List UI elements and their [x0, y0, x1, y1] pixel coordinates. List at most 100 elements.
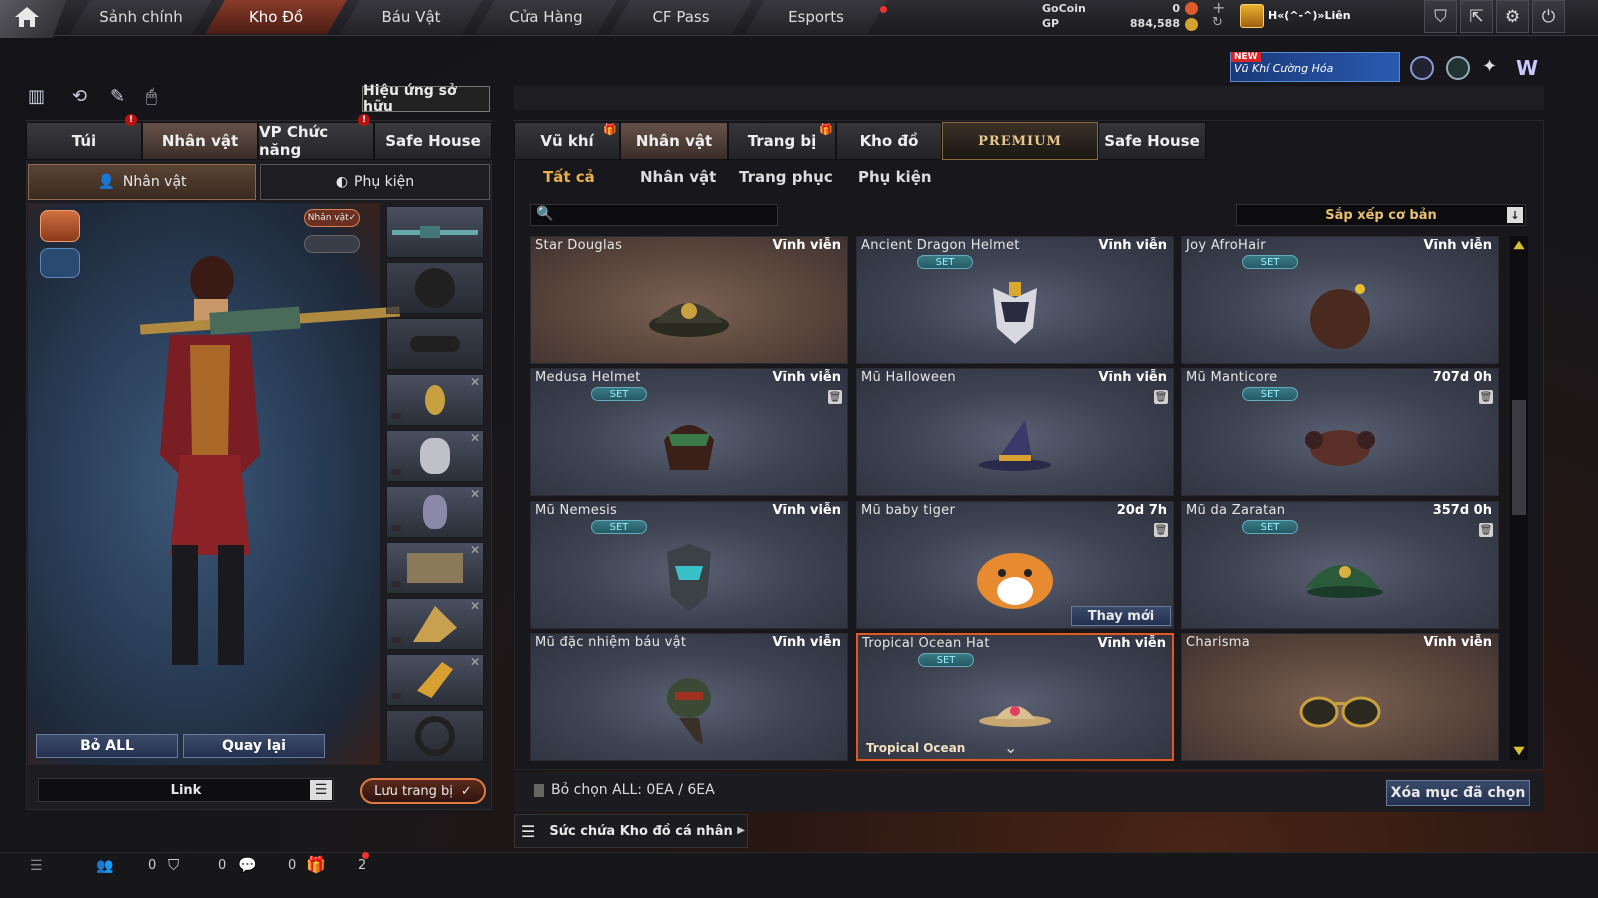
gift-box-icon[interactable]: 🎁 — [306, 855, 326, 874]
link-field[interactable]: Link — [38, 778, 334, 802]
menu-icon[interactable]: ☰ — [310, 780, 332, 800]
settings-button[interactable]: ⚙ — [1496, 0, 1529, 33]
search-input[interactable]: 🔍 — [530, 204, 778, 226]
power-button[interactable]: ⏻ — [1532, 0, 1565, 33]
tab-character[interactable]: Nhân vật — [142, 122, 258, 160]
subtab-accessories[interactable]: ◐ Phụ kiện — [260, 164, 490, 200]
tab-vp-function[interactable]: VP Chức năng — [258, 122, 374, 160]
item-card[interactable]: Medusa Helmet Vĩnh viễn SET 🗑 — [530, 368, 848, 496]
item-card[interactable]: Mũ đặc nhiệm báu vật Vĩnh viễn — [530, 633, 848, 761]
back-button[interactable]: Quay lại — [183, 734, 325, 758]
item-name: Mũ da Zaratan — [1186, 503, 1286, 518]
filter-accessory[interactable]: Phụ kiện — [858, 168, 932, 190]
promo-banner[interactable]: NEW Vũ Khí Cường Hóa — [1230, 52, 1400, 82]
tab-treasure[interactable]: Báu Vật — [340, 0, 482, 34]
tab-esports[interactable]: Esports — [745, 0, 887, 34]
gocoin-icon — [1185, 2, 1198, 15]
item-card[interactable]: Mũ Nemesis Vĩnh viễn SET — [530, 501, 848, 629]
slot-necklace[interactable]: ✕ — [386, 374, 484, 426]
slot-hair[interactable] — [386, 262, 484, 314]
close-icon[interactable]: ✕ — [470, 543, 480, 557]
slot-ring[interactable] — [386, 710, 484, 762]
slot-weapon[interactable] — [386, 206, 484, 258]
history-icon[interactable]: ⟲ — [72, 86, 100, 112]
trash-icon[interactable]: 🗑 — [828, 390, 842, 404]
tab-safe-house-left[interactable]: Safe House — [374, 122, 492, 160]
chat-icon[interactable]: 💬 — [238, 856, 257, 874]
deselect-all-text[interactable]: Bỏ chọn ALL: 0EA / 6EA — [551, 782, 715, 798]
tab-equipment[interactable]: Trang bị 🎁 — [728, 122, 836, 160]
item-card[interactable]: Charisma Vĩnh viễn — [1181, 633, 1499, 761]
close-icon[interactable]: ✕ — [470, 375, 480, 389]
item-card[interactable]: Mũ baby tiger 20d 7h 🗑 Thay mới — [856, 501, 1174, 629]
slot-wings[interactable]: ✕ — [386, 598, 484, 650]
slot-gloves[interactable]: ✕ — [386, 654, 484, 706]
replace-button[interactable]: Thay mới — [1071, 606, 1171, 626]
item-card[interactable]: Mũ Halloween Vĩnh viễn 🗑 — [856, 368, 1174, 496]
tab-storage[interactable]: Kho đồ — [836, 122, 942, 160]
friends-icon[interactable]: 👥 — [96, 858, 113, 874]
filter-costume[interactable]: Trang phục — [739, 168, 833, 190]
list-icon[interactable]: ☰ — [30, 858, 43, 874]
item-card[interactable]: Tropical Ocean Hat Vĩnh viễn SET Tropical O… — [856, 633, 1174, 761]
scrollbar-thumb[interactable] — [1512, 400, 1526, 515]
item-card[interactable]: Mũ da Zaratan 357d 0h SET 🗑 — [1181, 501, 1499, 629]
slot-belt[interactable]: ✕ — [386, 542, 484, 594]
event-icon-2[interactable] — [1446, 56, 1470, 80]
tab-safe-house[interactable]: Safe House — [1098, 122, 1206, 160]
item-name: Star Douglas — [535, 238, 623, 253]
remove-all-button[interactable]: Bỏ ALL — [36, 734, 178, 758]
faction-alt-icon[interactable] — [40, 248, 80, 278]
vip-icon[interactable]: W — [1516, 56, 1538, 80]
chevron-down-icon[interactable]: ⌄ — [1004, 738, 1017, 757]
stats-icon[interactable]: ▥ — [28, 86, 56, 112]
filter-all[interactable]: Tất cả — [543, 168, 595, 190]
tab-lobby[interactable]: Sảnh chính — [70, 0, 212, 34]
capacity-button[interactable]: ☰ Sức chứa Kho đồ cá nhân ▶ — [514, 814, 748, 848]
tab-cf-pass[interactable]: CF Pass — [610, 0, 752, 34]
tab-premium[interactable]: PREMIUM — [942, 122, 1098, 160]
item-card[interactable]: Star Douglas Vĩnh viễn — [530, 236, 848, 364]
close-icon[interactable]: ✕ — [470, 431, 480, 445]
event-icon-3[interactable]: ✦ — [1482, 56, 1506, 80]
close-icon[interactable]: ✕ — [470, 655, 480, 669]
save-loadout-button[interactable]: Lưu trang bị ✓ — [360, 778, 486, 804]
shield-button[interactable]: ⛉ — [1424, 0, 1457, 33]
sort-dropdown[interactable]: Sắp xếp cơ bản ↓ — [1236, 204, 1526, 226]
clan-icon[interactable]: ⛉ — [168, 856, 179, 874]
trash-icon[interactable]: 🗑 — [1154, 390, 1168, 404]
owned-effects-button[interactable]: Hiệu ứng sở hữu — [362, 83, 490, 115]
tab-characters[interactable]: Nhân vật — [620, 122, 728, 160]
slot-glasses[interactable] — [386, 318, 484, 370]
character-swap-icon[interactable]: ✎ — [110, 86, 138, 112]
helmet-icon — [420, 438, 450, 474]
button-label: Xóa mục đã chọn — [1390, 785, 1526, 801]
event-icon-1[interactable] — [1410, 56, 1434, 80]
delete-selected-button[interactable]: Xóa mục đã chọn — [1386, 780, 1530, 806]
item-card[interactable]: Mũ Manticore 707d 0h SET 🗑 — [1181, 368, 1499, 496]
slot-badge[interactable]: ✕ — [386, 486, 484, 538]
trash-icon[interactable]: 🗑 — [1154, 523, 1168, 537]
item-card[interactable]: Joy AfroHair Vĩnh viễn SET — [1181, 236, 1499, 364]
trash-icon[interactable]: 🗑 — [1479, 523, 1493, 537]
tab-bag[interactable]: Túi — [26, 122, 142, 160]
subtab-character[interactable]: 👤 Nhân vật — [28, 164, 256, 200]
tab-inventory[interactable]: Kho Đồ — [205, 0, 347, 34]
refresh-icon[interactable]: ↻ — [1212, 15, 1223, 30]
hide-toggle[interactable] — [304, 235, 360, 253]
item-card[interactable]: Ancient Dragon Helmet Vĩnh viễn SET — [856, 236, 1174, 364]
close-icon[interactable]: ✕ — [470, 487, 480, 501]
close-icon[interactable]: ✕ — [470, 599, 480, 613]
person-icon: 👤 — [97, 174, 115, 190]
mouse-icon[interactable]: 🖱 — [146, 86, 174, 112]
exit-room-button[interactable]: ⇱ — [1460, 0, 1493, 33]
tab-shop[interactable]: Cửa Hàng — [475, 0, 617, 34]
item-name: Mũ Nemesis — [535, 503, 618, 518]
faction-icon[interactable] — [40, 210, 80, 242]
filter-character[interactable]: Nhân vật — [640, 168, 716, 190]
slot-helmet[interactable]: ✕ — [386, 430, 484, 482]
trash-icon[interactable]: 🗑 — [1479, 390, 1493, 404]
chevron-down-icon: ↓ — [1507, 207, 1523, 223]
character-badge[interactable]: Nhân vật ✓ — [304, 209, 360, 227]
tab-weapons[interactable]: Vũ khí 🎁 — [514, 122, 620, 160]
